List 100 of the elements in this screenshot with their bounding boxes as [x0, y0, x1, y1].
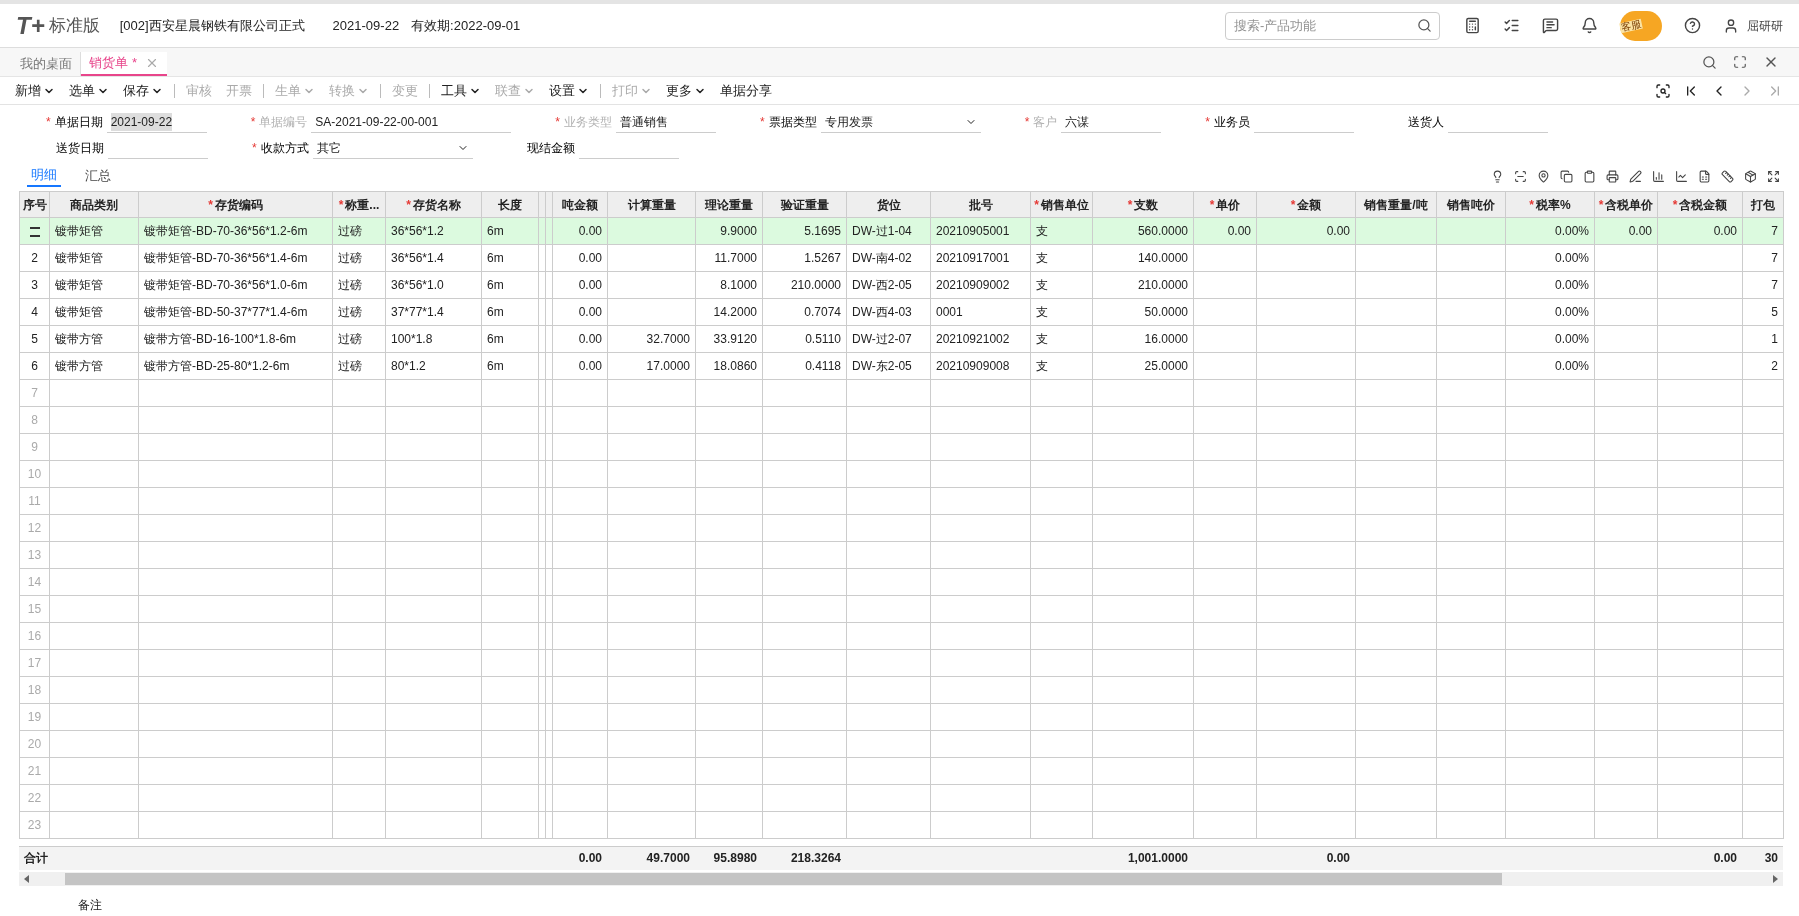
table-row[interactable]: 10 [19, 460, 1784, 488]
copy-icon[interactable] [1560, 169, 1573, 183]
line-chart-icon[interactable] [1675, 169, 1688, 183]
spreadsheet-icon[interactable] [1698, 169, 1711, 183]
toolbar-menu[interactable]: 新增 [8, 80, 62, 101]
horizontal-scrollbar[interactable] [19, 871, 1783, 886]
table-row[interactable]: 22 [19, 784, 1784, 812]
search-field[interactable]: 搜索-产品功能 [1225, 11, 1440, 40]
table-row[interactable]: 镀带矩管 镀带矩管-BD-70-36*56*1.2-6m 过磅 36*56*1.2 6m 0.00 9.9000 5.1695 DW-过1-04 20210905001 支 560.0000 0.00 0.00 0.00% 0.00 0.00 7 [19, 217, 1784, 245]
sub-tab[interactable]: 明细 [27, 165, 61, 187]
bar-chart-icon[interactable] [1652, 169, 1665, 183]
table-row[interactable]: 19 [19, 703, 1784, 731]
table-row[interactable]: 17 [19, 649, 1784, 677]
expand-icon[interactable] [1767, 169, 1780, 183]
table-cell: 镀带矩管-BD-50-37*77*1.4-6m [138, 298, 333, 326]
table-row[interactable]: 8 [19, 406, 1784, 434]
column-header: 批号 [930, 191, 1031, 218]
toolbar-menu[interactable]: 设置 [542, 80, 596, 101]
column-header: 销售吨价 [1436, 191, 1506, 218]
table-cell: 20210917001 [930, 244, 1031, 272]
table-cell: 80*1.2 [385, 352, 482, 380]
table-row[interactable]: 4 镀带矩管 镀带矩管-BD-50-37*77*1.4-6m 过磅 37*77*1.4 6m 0.00 14.2000 0.7074 DW-西4-03 0001 支 50.0000 0.00% 5 [19, 298, 1784, 326]
row-number-cell: 18 [19, 676, 50, 704]
table-row[interactable]: 23 [19, 811, 1784, 839]
product-name: 标准版 [48, 14, 100, 37]
required-mark: * [250, 114, 256, 131]
document-tab[interactable]: 销货单 * [81, 52, 168, 76]
table-cell: 17.0000 [607, 352, 696, 380]
row-number-cell: 5 [19, 325, 50, 353]
table-row[interactable]: 18 [19, 676, 1784, 704]
column-header: 计算重量 [607, 191, 696, 218]
select-field[interactable]: 其它 [312, 137, 473, 159]
table-row[interactable]: 6 镀带方管 镀带方管-BD-25-80*1.2-6m 过磅 80*1.2 6m 0.00 17.0000 18.0860 0.4118 DW-东2-05 20210909008 支 25.0000 0.00% 2 [19, 352, 1784, 380]
printer-icon[interactable] [1606, 169, 1619, 183]
table-cell: 0.00% [1505, 298, 1595, 326]
checklist-icon[interactable] [1503, 17, 1520, 34]
table-row[interactable]: 2 镀带矩管 镀带矩管-BD-70-36*56*1.4-6m 过磅 36*56*1.4 6m 0.00 11.7000 1.5267 DW-南4-02 20210917001 支 140.0000 0.00% 7 [19, 244, 1784, 272]
total-cell: 0.00 [552, 846, 607, 870]
table-cell: 支 [1030, 352, 1093, 380]
row-number-cell: 2 [19, 244, 50, 272]
bell-icon[interactable] [1581, 17, 1598, 34]
pin-icon[interactable] [1537, 169, 1550, 183]
table-cell: 镀带矩管 [49, 271, 139, 299]
table-cell: 过磅 [332, 271, 386, 299]
fullscreen-icon[interactable] [1733, 55, 1747, 69]
total-cell: 合计 [19, 846, 49, 870]
table-cell: 镀带方管-BD-16-100*1.8-6m [138, 325, 333, 353]
pen-icon[interactable] [1629, 169, 1642, 183]
field-label: 业务员 [1214, 114, 1251, 131]
table-row[interactable]: 9 [19, 433, 1784, 461]
user-name[interactable]: 屈研研 [1747, 16, 1783, 35]
table-cell: 9.9000 [695, 217, 763, 245]
row-number-cell: 3 [19, 271, 50, 299]
table-row[interactable]: 3 镀带矩管 镀带矩管-BD-70-36*56*1.0-6m 过磅 36*56*1.0 6m 0.00 8.1000 210.0000 DW-西2-05 20210909002 支 210.0000 0.00% 7 [19, 271, 1784, 299]
package-icon[interactable] [1744, 169, 1757, 183]
select-field[interactable]: 专用发票 [820, 111, 981, 133]
bulb-icon[interactable] [1491, 169, 1504, 183]
table-row[interactable]: 14 [19, 568, 1784, 596]
row-number-cell: 10 [19, 460, 50, 488]
search-document-icon[interactable] [1655, 82, 1671, 99]
table-cell: 14.2000 [695, 298, 763, 326]
company-name: [002]西安星晨钢铁有限公司正式 [119, 16, 305, 35]
column-header: 打包 [1742, 191, 1784, 218]
field-label: 送货人 [1408, 114, 1445, 131]
row-number-cell: 4 [19, 298, 50, 326]
table-cell: 过磅 [332, 244, 386, 272]
table-row[interactable]: 5 镀带方管 镀带方管-BD-16-100*1.8-6m 过磅 100*1.8 6m 0.00 32.7000 33.9120 0.5110 DW-过2-07 20210921002 支 16.0000 0.00% 1 [19, 325, 1784, 353]
user-icon[interactable] [1723, 17, 1739, 34]
clipboard-icon[interactable] [1583, 169, 1596, 183]
sub-tab[interactable]: 汇总 [81, 165, 115, 187]
table-row[interactable]: 15 [19, 595, 1784, 623]
row-number-cell: 12 [19, 514, 50, 542]
toolbar-menu[interactable]: 更多 [659, 80, 713, 101]
ruler-icon[interactable] [1721, 169, 1734, 183]
support-mascot-icon[interactable]: 客服 [1620, 10, 1662, 41]
help-icon[interactable] [1684, 17, 1701, 34]
toolbar-menu[interactable]: 单据分享 [713, 80, 779, 101]
message-icon[interactable] [1542, 17, 1559, 34]
remark-label: 备注 [78, 897, 102, 912]
toolbar-menu[interactable]: 保存 [116, 80, 170, 101]
table-cell: 0.00 [1193, 217, 1257, 245]
table-cell: 0001 [930, 298, 1031, 326]
table-row[interactable]: 11 [19, 487, 1784, 515]
field-label: 客户 [1033, 114, 1058, 131]
table-row[interactable]: 7 [19, 379, 1784, 407]
search-icon[interactable] [1702, 54, 1717, 70]
table-cell: 0.00% [1505, 244, 1595, 272]
table-row[interactable]: 13 [19, 541, 1784, 569]
table-row[interactable]: 21 [19, 757, 1784, 785]
scan-icon[interactable] [1514, 169, 1527, 183]
table-row[interactable]: 20 [19, 730, 1784, 758]
calculator-icon[interactable] [1464, 17, 1481, 34]
table-row[interactable]: 12 [19, 514, 1784, 542]
table-row[interactable]: 16 [19, 622, 1784, 650]
column-header: 商品类别 [49, 191, 139, 218]
toolbar-menu[interactable]: 工具 [434, 80, 488, 101]
total-cell: 0.00 [1256, 846, 1355, 870]
table-cell: 镀带方管 [49, 352, 139, 380]
toolbar-menu[interactable]: 选单 [62, 80, 116, 101]
current-row-icon [29, 226, 40, 237]
